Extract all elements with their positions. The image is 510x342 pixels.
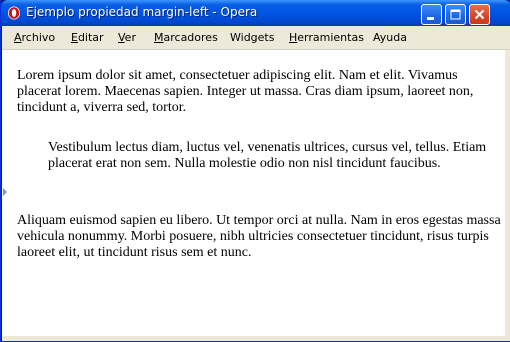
indented-paragraph: Vestibulum lectus diam, luctus vel, vene… (48, 140, 487, 171)
menu-bar: Archivo Editar Ver Marcadores Widgets He… (2, 26, 510, 50)
menu-accel: M (154, 31, 164, 44)
browser-window: Ejemplo propiedad margin-left - Opera Ar… (0, 0, 510, 342)
minimize-button[interactable] (421, 4, 442, 25)
close-button[interactable] (469, 4, 490, 25)
menu-label: Widgets (230, 31, 275, 44)
window-right-border (505, 50, 510, 336)
menu-ver[interactable]: Ver (118, 31, 136, 44)
opera-logo-icon (8, 6, 20, 20)
menu-ayuda[interactable]: Ayuda (373, 31, 407, 44)
menu-label: erramientas (297, 31, 364, 44)
menu-archivo[interactable]: Archivo (14, 31, 55, 44)
menu-editar[interactable]: Editar (71, 31, 104, 44)
menu-herramientas[interactable]: Herramientas (289, 31, 364, 44)
menu-label: arcadores (163, 31, 218, 44)
page-content: Lorem ipsum dolor sit amet, consectetuer… (2, 50, 505, 336)
close-icon (474, 9, 485, 20)
menu-accel: E (71, 31, 78, 44)
menu-label: Ayuda (373, 31, 407, 44)
paragraph: Lorem ipsum dolor sit amet, consectetuer… (17, 68, 474, 115)
maximize-button[interactable] (445, 4, 466, 25)
minimize-icon (427, 17, 434, 20)
menu-accel: A (14, 31, 22, 44)
menu-marcadores[interactable]: Marcadores (154, 31, 218, 44)
paragraph: Aliquam euismod sapien eu libero. Ut tem… (17, 213, 501, 260)
menu-accel: V (118, 31, 125, 44)
menu-label: ditar (77, 31, 104, 44)
window-bottom-border (2, 336, 510, 341)
menu-label: rchivo (21, 31, 56, 44)
menu-label: er (124, 31, 136, 44)
side-panel-arrow-icon[interactable] (3, 188, 7, 196)
window-title: Ejemplo propiedad margin-left - Opera (26, 5, 258, 19)
title-bar[interactable]: Ejemplo propiedad margin-left - Opera (1, 0, 510, 26)
menu-widgets[interactable]: Widgets (230, 31, 274, 44)
maximize-icon (450, 9, 461, 20)
